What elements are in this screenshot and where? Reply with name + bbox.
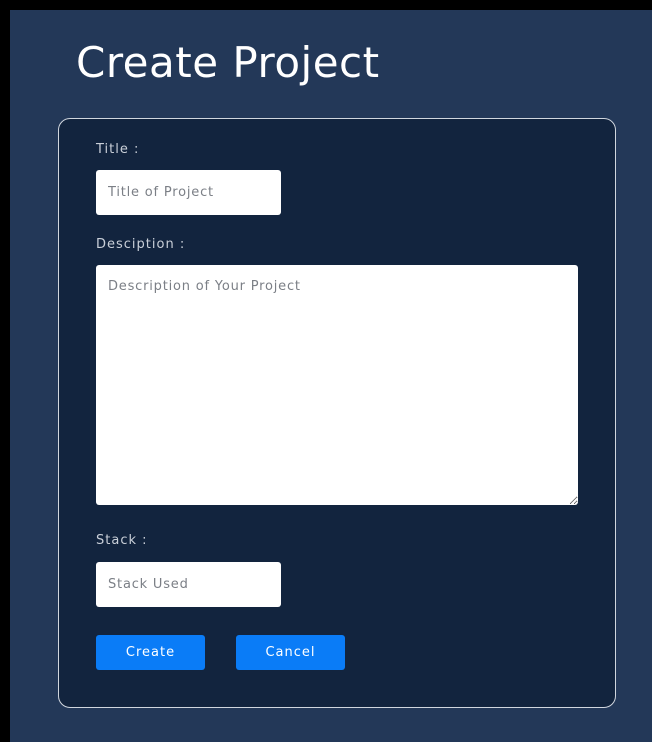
title-input[interactable]	[96, 170, 281, 215]
stack-label: Stack :	[96, 533, 148, 548]
create-project-form: Title : Desciption : Stack : Create Canc…	[58, 118, 616, 708]
description-textarea[interactable]	[96, 265, 578, 505]
create-button[interactable]: Create	[96, 635, 205, 670]
cancel-button[interactable]: Cancel	[236, 635, 345, 670]
page-title: Create Project	[76, 38, 380, 87]
stack-input[interactable]	[96, 562, 281, 607]
description-label: Desciption :	[96, 237, 186, 252]
title-label: Title :	[96, 142, 140, 157]
page-frame: Create Project Title : Desciption : Stac…	[10, 10, 652, 742]
